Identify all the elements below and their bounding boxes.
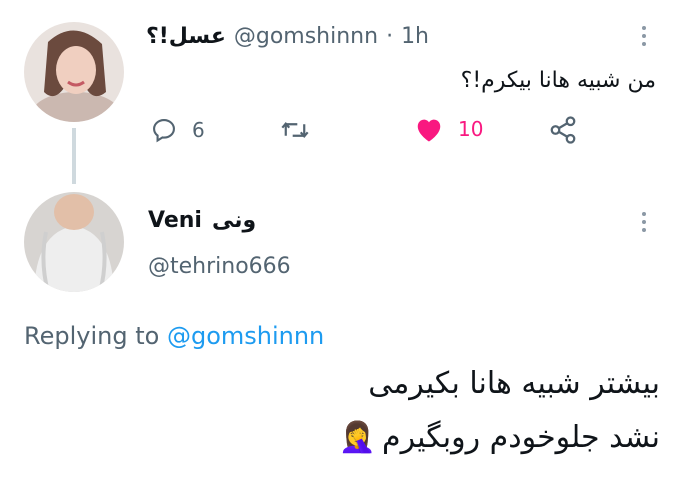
reply-display-name-latin: Veni	[148, 208, 202, 233]
like-action[interactable]: 10	[414, 115, 483, 143]
retweet-icon	[281, 121, 309, 139]
reply-icon	[153, 119, 175, 143]
thread-connector-line	[72, 128, 76, 184]
share-action[interactable]	[548, 115, 578, 145]
heart-filled-icon	[417, 119, 441, 142]
parent-handle[interactable]: @gomshinnn	[234, 24, 378, 49]
parent-tweet-header: عسل!؟ @gomshinnn · 1h	[146, 24, 429, 49]
reply-text-line-2-wrap: 🤦‍♀️ نشد جلوخودم روبگیرم	[339, 420, 660, 455]
reply-display-name-persian: ونی	[211, 208, 257, 233]
facepalm-emoji-icon: 🤦‍♀️	[338, 420, 377, 455]
parent-tweet-text: من شبیه هانا بیکرم!؟	[460, 68, 656, 93]
replying-to-label: Replying to	[24, 322, 160, 350]
reply-avatar[interactable]	[24, 192, 124, 292]
retweet-action[interactable]	[280, 116, 310, 144]
reply-text-line-2: نشد جلوخودم روبگیرم	[382, 420, 660, 455]
reply-display-name[interactable]: Veni ونی	[148, 208, 256, 233]
like-count: 10	[458, 117, 484, 141]
header-separator: ·	[386, 24, 394, 49]
reply-count: 6	[192, 118, 205, 142]
parent-display-name[interactable]: عسل!؟	[146, 24, 226, 49]
replying-to-handle-link[interactable]: @gomshinnn	[167, 322, 324, 350]
parent-avatar[interactable]	[24, 22, 124, 122]
reply-more-options-icon[interactable]	[642, 212, 648, 236]
replying-to-line: Replying to @gomshinnn	[24, 322, 324, 350]
parent-timestamp[interactable]: 1h	[401, 24, 429, 49]
reply-action[interactable]: 6	[150, 116, 205, 144]
reply-text-line-1: بیشتر شبیه هانا بکیرمی	[368, 366, 660, 401]
reply-handle[interactable]: @tehrino666	[148, 254, 291, 279]
parent-more-options-icon[interactable]	[642, 26, 648, 50]
share-icon	[550, 116, 576, 144]
